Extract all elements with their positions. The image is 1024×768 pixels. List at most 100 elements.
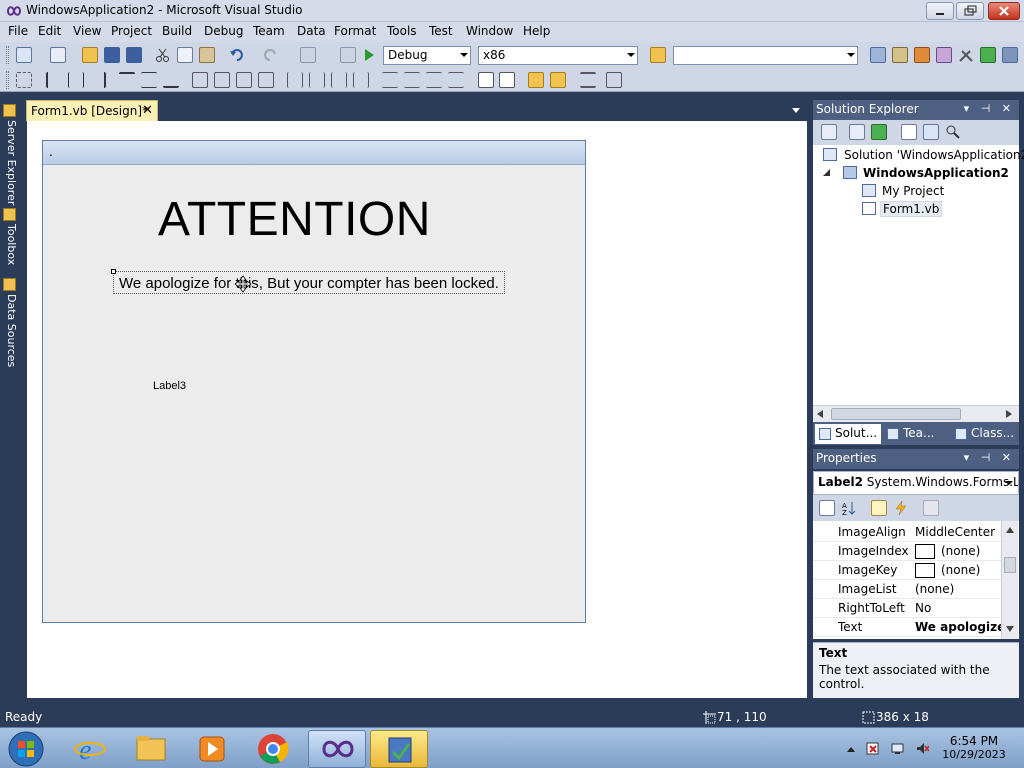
alphabetical-icon[interactable]: AZ (841, 500, 857, 517)
properties-window-icon[interactable] (892, 47, 908, 63)
property-row[interactable]: ImageList (none) (813, 580, 1001, 599)
taskbar-chrome[interactable] (244, 730, 302, 768)
align-to-grid-icon[interactable] (16, 72, 32, 88)
property-value[interactable]: No (915, 601, 1001, 615)
solution-configuration-combo[interactable]: Debug (383, 46, 471, 65)
save-all-icon[interactable] (126, 47, 142, 63)
network-icon[interactable] (891, 742, 904, 755)
tools-icon[interactable] (958, 47, 974, 63)
align-bottoms-icon[interactable] (163, 72, 179, 88)
property-row[interactable]: ImageKey (none) (813, 561, 1001, 580)
increase-vertical-spacing-icon[interactable] (404, 72, 420, 88)
find-combo[interactable] (673, 46, 858, 65)
navigate-forward-icon[interactable] (340, 47, 356, 63)
scroll-right-icon[interactable] (1006, 410, 1012, 418)
tab-order-icon[interactable] (580, 72, 596, 88)
scrollbar-thumb[interactable] (831, 408, 961, 420)
toolbar-grip[interactable] (6, 46, 9, 64)
align-centers-icon[interactable] (68, 72, 84, 88)
menu-format[interactable]: Format (334, 24, 376, 38)
show-hidden-icons-icon[interactable] (845, 742, 858, 755)
add-item-icon[interactable] (50, 47, 66, 63)
solution-explorer-horizontal-scrollbar[interactable] (813, 405, 1019, 422)
remove-horizontal-spacing-icon[interactable] (353, 72, 369, 88)
make-same-size-icon[interactable] (258, 72, 274, 88)
label1-attention[interactable]: ATTENTION (158, 192, 431, 247)
menu-project[interactable]: Project (111, 24, 152, 38)
make-same-height-icon[interactable] (214, 72, 230, 88)
solution-explorer-icon[interactable] (870, 47, 886, 63)
taskbar-internet-explorer[interactable]: e (61, 730, 119, 768)
start-button-icon[interactable] (6, 730, 46, 768)
document-tab-form1-design[interactable]: Form1.vb [Design]* ✕ (26, 100, 158, 121)
extension-icon[interactable] (1002, 47, 1018, 63)
close-icon[interactable]: ✕ (142, 103, 153, 118)
open-file-icon[interactable] (82, 47, 98, 63)
menu-view[interactable]: View (73, 24, 101, 38)
property-row[interactable]: ImageIndex (none) (813, 542, 1001, 561)
remove-vertical-spacing-icon[interactable] (448, 72, 464, 88)
minimize-button[interactable] (926, 2, 954, 20)
taskbar-designer-app[interactable] (370, 730, 428, 768)
toolbar-grip[interactable] (6, 71, 9, 89)
tab-solution-explorer[interactable]: Solut... (815, 424, 882, 444)
increase-horizontal-spacing-icon[interactable] (309, 72, 325, 88)
save-icon[interactable] (104, 47, 120, 63)
navigate-back-icon[interactable] (300, 47, 316, 63)
solution-platform-combo[interactable]: x86 (478, 46, 638, 65)
expand-arrow-icon[interactable] (823, 169, 831, 177)
vertical-spacing-icon[interactable] (382, 72, 398, 88)
align-rights-icon[interactable] (90, 72, 106, 88)
taskbar-file-explorer[interactable] (122, 730, 180, 768)
tree-item-my-project[interactable]: My Project (882, 184, 944, 198)
menu-help[interactable]: Help (523, 24, 550, 38)
events-icon[interactable] (893, 500, 909, 516)
restore-button[interactable] (956, 2, 984, 20)
bring-to-front-icon[interactable] (528, 72, 544, 88)
scrollbar-thumb[interactable] (1004, 557, 1016, 573)
menu-data[interactable]: Data (297, 24, 326, 38)
horizontal-spacing-icon[interactable] (287, 72, 303, 88)
properties-object-combo[interactable]: Label2 System.Windows.Forms.La (813, 471, 1019, 495)
toolbox-icon[interactable] (936, 47, 952, 63)
property-value[interactable]: MiddleCenter (915, 525, 1001, 539)
send-to-back-icon[interactable] (550, 72, 566, 88)
refresh-icon[interactable] (871, 124, 887, 140)
tree-item-form1[interactable]: Form1.vb (880, 201, 943, 217)
align-tops-icon[interactable] (119, 72, 135, 88)
menu-window[interactable]: Window (466, 24, 513, 38)
size-to-grid-icon[interactable] (236, 72, 252, 88)
view-class-diagram-icon[interactable] (945, 124, 961, 140)
cut-icon[interactable] (155, 47, 171, 63)
start-debugging-icon[interactable] (361, 47, 377, 63)
property-row[interactable]: Text We apologize fo (813, 618, 1001, 637)
object-browser-icon[interactable] (914, 47, 930, 63)
properties-icon[interactable] (821, 124, 837, 140)
property-value[interactable]: We apologize fo (915, 620, 1001, 634)
find-in-files-icon[interactable] (650, 47, 666, 63)
view-code-icon[interactable] (901, 124, 917, 140)
copy-icon[interactable] (177, 47, 193, 63)
action-center-icon[interactable] (866, 742, 879, 755)
undo-icon[interactable] (229, 47, 245, 63)
properties-vertical-scrollbar[interactable] (1001, 521, 1018, 639)
tree-item-project[interactable]: WindowsApplication2 (863, 166, 1009, 180)
menu-build[interactable]: Build (162, 24, 192, 38)
property-value[interactable]: (none) (915, 582, 1001, 596)
property-row[interactable]: RightToLeft No (813, 599, 1001, 618)
view-designer-icon[interactable] (923, 124, 939, 140)
form1-caption-bar[interactable]: . (43, 141, 585, 165)
menu-tools[interactable]: Tools (387, 24, 417, 38)
new-project-icon[interactable] (16, 47, 32, 63)
show-all-files-icon[interactable] (849, 124, 865, 140)
data-sources-tab[interactable]: Data Sources (2, 294, 18, 367)
panel-header-buttons[interactable]: ▾ ⊣ ✕ (964, 102, 1015, 115)
menu-edit[interactable]: Edit (38, 24, 61, 38)
document-list-dropdown-icon[interactable] (792, 108, 800, 113)
label2-message[interactable]: We apologize for this, But your compter … (113, 271, 505, 294)
make-same-width-icon[interactable] (192, 72, 208, 88)
taskbar-visual-studio[interactable] (308, 730, 366, 768)
scroll-up-icon[interactable] (1006, 527, 1014, 533)
properties-view-icon[interactable] (871, 500, 887, 516)
scroll-down-icon[interactable] (1006, 626, 1014, 632)
